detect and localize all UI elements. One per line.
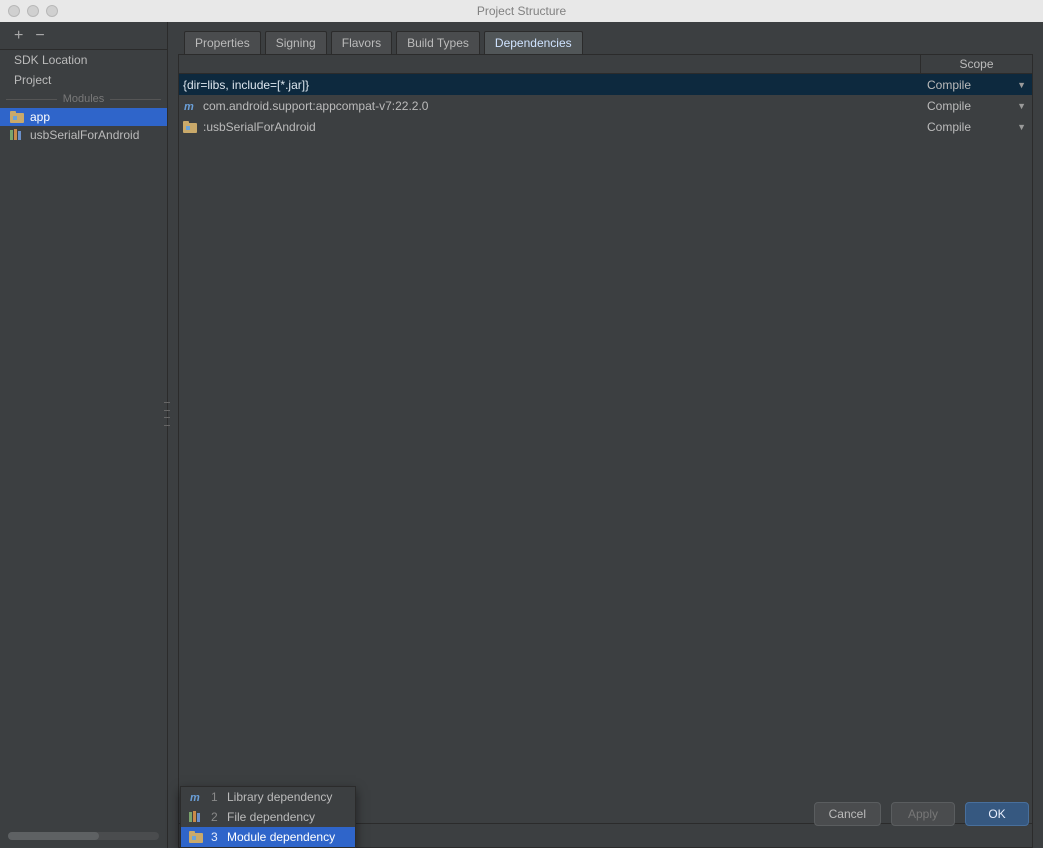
close-window-icon[interactable] [8, 5, 20, 17]
minimize-window-icon[interactable] [27, 5, 39, 17]
module-label: usbSerialForAndroid [30, 128, 139, 142]
scope-value: Compile [927, 99, 971, 113]
popup-item-label: Module dependency [227, 830, 335, 844]
svg-text:m: m [184, 101, 194, 112]
scope-dropdown[interactable]: Compile ▼ [920, 78, 1032, 92]
sidebar-toolbar: + − [0, 22, 167, 50]
dependency-label: {dir=libs, include=[*.jar]} [183, 78, 309, 92]
popup-file-dependency[interactable]: 2 File dependency [181, 807, 355, 827]
svg-text:m: m [190, 792, 200, 803]
module-folder-icon [10, 110, 24, 124]
dependency-row[interactable]: {dir=libs, include=[*.jar]} Compile ▼ [179, 74, 1032, 95]
module-folder-icon [189, 830, 203, 844]
tab-signing[interactable]: Signing [265, 31, 327, 54]
tab-flavors[interactable]: Flavors [331, 31, 392, 54]
module-folder-icon [183, 120, 197, 134]
module-app[interactable]: app [0, 108, 167, 126]
tabs: Properties Signing Flavors Build Types D… [184, 28, 1033, 54]
apply-button: Apply [891, 802, 955, 826]
chevron-down-icon: ▼ [1017, 80, 1026, 90]
maven-icon: m [189, 790, 203, 804]
ok-button[interactable]: OK [965, 802, 1029, 826]
cancel-button[interactable]: Cancel [814, 802, 881, 826]
zoom-window-icon[interactable] [46, 5, 58, 17]
popup-item-label: File dependency [227, 810, 315, 824]
sidebar-scrollbar[interactable] [8, 832, 159, 840]
popup-library-dependency[interactable]: m 1 Library dependency [181, 787, 355, 807]
popup-item-label: Library dependency [227, 790, 332, 804]
add-dependency-popup: m 1 Library dependency 2 File dependency… [180, 786, 356, 848]
popup-module-dependency[interactable]: 3 Module dependency [181, 827, 355, 847]
remove-module-button[interactable]: − [35, 28, 44, 44]
modules-header: Modules [0, 90, 167, 108]
main-area: + − SDK Location Project Modules app usb… [0, 22, 1043, 848]
dependencies-panel: Scope {dir=libs, include=[*.jar]} Compil… [178, 54, 1033, 848]
chevron-down-icon: ▼ [1017, 101, 1026, 111]
tab-properties[interactable]: Properties [184, 31, 261, 54]
dependency-label: :usbSerialForAndroid [203, 120, 316, 134]
table-header: Scope [179, 55, 1032, 74]
sidebar: + − SDK Location Project Modules app usb… [0, 22, 168, 848]
chevron-down-icon: ▼ [1017, 122, 1026, 132]
scrollbar-thumb[interactable] [8, 832, 99, 840]
scope-value: Compile [927, 78, 971, 92]
dependency-label: com.android.support:appcompat-v7:22.2.0 [203, 99, 428, 113]
popup-shortcut-number: 2 [211, 810, 219, 824]
dependency-row[interactable]: m com.android.support:appcompat-v7:22.2.… [179, 95, 1032, 116]
scope-dropdown[interactable]: Compile ▼ [920, 99, 1032, 113]
modules-header-label: Modules [63, 93, 105, 105]
titlebar: Project Structure [0, 0, 1043, 22]
window-traffic-lights [0, 5, 58, 17]
module-usbserial[interactable]: usbSerialForAndroid [0, 126, 167, 144]
maven-icon: m [183, 99, 197, 113]
popup-shortcut-number: 1 [211, 790, 219, 804]
scope-column-header[interactable]: Scope [920, 55, 1032, 73]
popup-shortcut-number: 3 [211, 830, 219, 844]
module-lib-icon [189, 810, 203, 824]
dialog-buttons: Cancel Apply OK [814, 802, 1029, 826]
scope-dropdown[interactable]: Compile ▼ [920, 120, 1032, 134]
add-module-button[interactable]: + [14, 28, 23, 44]
tab-build-types[interactable]: Build Types [396, 31, 480, 54]
module-lib-icon [10, 128, 24, 142]
content-area: Properties Signing Flavors Build Types D… [168, 22, 1043, 848]
sidebar-item-project[interactable]: Project [0, 70, 167, 90]
tab-dependencies[interactable]: Dependencies [484, 31, 583, 54]
dependency-row[interactable]: :usbSerialForAndroid Compile ▼ [179, 116, 1032, 137]
window-title: Project Structure [0, 4, 1043, 18]
module-label: app [30, 110, 50, 124]
scope-value: Compile [927, 120, 971, 134]
panel-empty-area [179, 137, 1032, 823]
sidebar-item-sdk-location[interactable]: SDK Location [0, 50, 167, 70]
